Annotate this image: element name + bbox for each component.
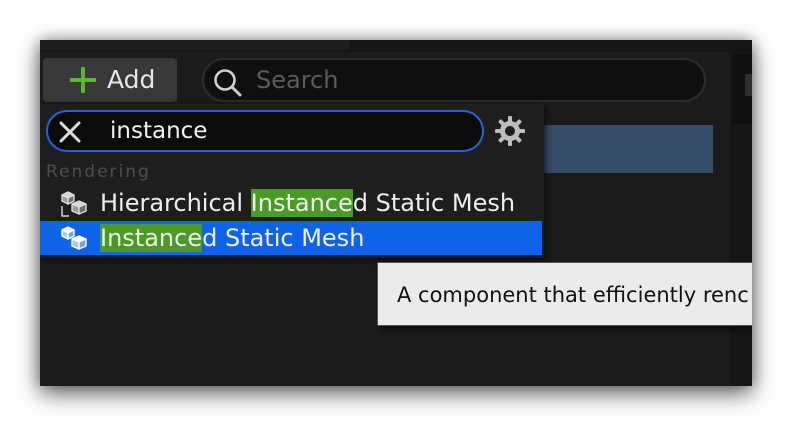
components-search-box[interactable] [202, 58, 706, 102]
component-filter-box[interactable] [46, 110, 484, 152]
plus-icon [70, 67, 96, 93]
result-label: Instanced Static Mesh [100, 224, 365, 252]
search-match-highlight: Instance [250, 189, 353, 217]
right-panel-arrow-icon [745, 74, 752, 96]
tooltip-text: A component that efficiently renc [397, 283, 749, 307]
component-filter-input[interactable] [110, 116, 450, 146]
add-component-popup: Rendering Hierarchical Instanced Static … [40, 104, 544, 258]
selected-component-row[interactable] [542, 125, 713, 173]
category-rendering: Rendering [46, 162, 151, 182]
gear-icon[interactable] [492, 113, 528, 149]
result-hierarchical-instanced-static-mesh[interactable]: Hierarchical Instanced Static Mesh [40, 186, 542, 220]
search-input[interactable] [256, 64, 656, 96]
window-tab-area [40, 40, 350, 50]
search-match-highlight: Instance [100, 224, 203, 252]
result-label: Hierarchical Instanced Static Mesh [100, 189, 516, 217]
blueprint-editor-window: Add Rendering [40, 40, 752, 386]
search-icon [214, 69, 242, 97]
component-tooltip: A component that efficiently renc [377, 262, 752, 326]
close-icon[interactable] [56, 118, 84, 146]
instanced-mesh-icon [61, 226, 87, 250]
add-button-label: Add [107, 65, 156, 94]
instanced-mesh-icon [61, 191, 87, 217]
add-component-button[interactable]: Add [43, 58, 177, 102]
result-instanced-static-mesh[interactable]: Instanced Static Mesh [40, 221, 542, 255]
